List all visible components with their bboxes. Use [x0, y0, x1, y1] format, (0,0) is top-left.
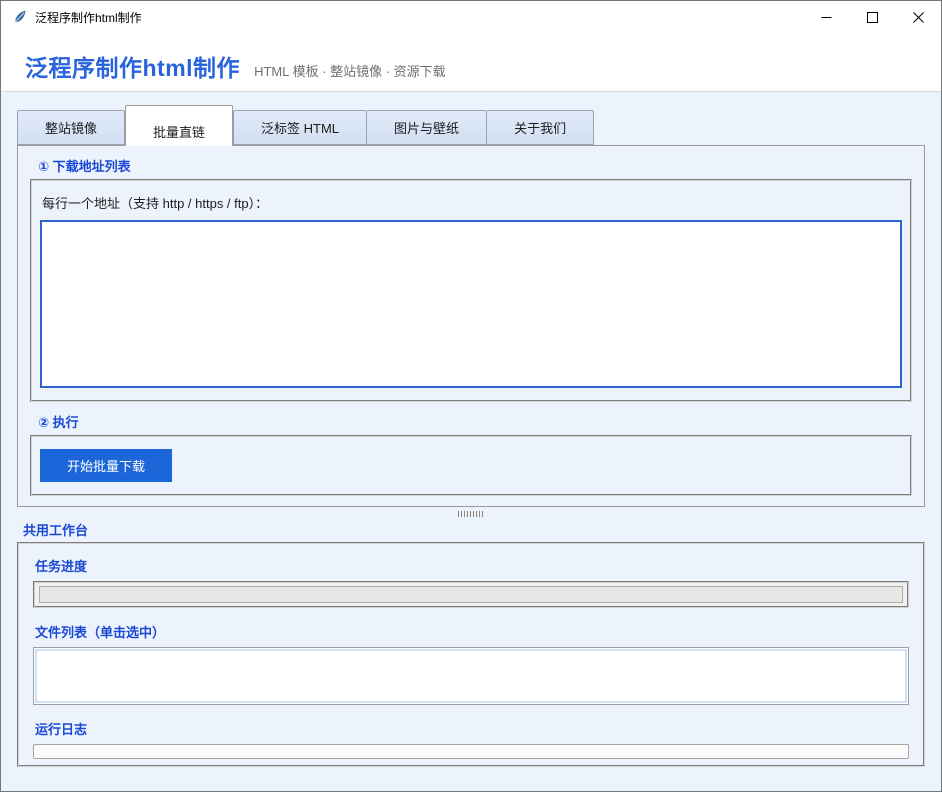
caption-buttons — [803, 1, 941, 33]
section-title-execute: ② 执行 — [38, 412, 912, 431]
workbench-title: 共用工作台 — [23, 520, 925, 539]
minimize-button[interactable] — [803, 1, 849, 33]
execute-groupbox: 开始批量下载 — [30, 435, 912, 496]
close-button[interactable] — [895, 1, 941, 33]
window-title: 泛程序制作html制作 — [35, 9, 142, 26]
file-listbox[interactable] — [35, 649, 907, 703]
splitter-grip-icon[interactable] — [458, 511, 484, 517]
feather-app-icon — [12, 9, 28, 25]
tab-pan-tag-html[interactable]: 泛标签 HTML — [233, 110, 367, 145]
download-list-groupbox: 每行一个地址（支持 http / https / ftp）： — [30, 179, 912, 402]
splitter-sash[interactable] — [17, 507, 925, 520]
file-list-label: 文件列表（单击选中） — [35, 622, 909, 641]
tab-about-us[interactable]: 关于我们 — [487, 110, 594, 145]
progress-frame — [33, 581, 909, 608]
run-log-output — [33, 744, 909, 759]
titlebar: 泛程序制作html制作 — [1, 1, 941, 33]
app-subtitle: HTML 模板 · 整站镜像 · 资源下载 — [254, 61, 446, 80]
app-window: 泛程序制作html制作 泛程序制作html制作 HTML 模板 · 整站镜像 ·… — [0, 0, 942, 792]
tab-images-wallpaper[interactable]: 图片与壁纸 — [367, 110, 487, 145]
file-listbox-frame — [33, 647, 909, 705]
app-title: 泛程序制作html制作 — [25, 49, 240, 83]
url-list-label: 每行一个地址（支持 http / https / ftp）： — [42, 193, 902, 212]
log-label: 运行日志 — [35, 719, 909, 738]
main-area: 整站镜像 批量直链 泛标签 HTML 图片与壁纸 关于我们 ① 下载地址列表 每… — [1, 92, 941, 791]
tab-batch-direct-link[interactable]: 批量直链 — [125, 105, 233, 146]
progress-bar — [39, 586, 903, 603]
tab-panel-batch-direct-link: ① 下载地址列表 每行一个地址（支持 http / https / ftp）： … — [17, 145, 925, 507]
start-batch-download-button[interactable]: 开始批量下载 — [40, 449, 172, 482]
app-header: 泛程序制作html制作 HTML 模板 · 整站镜像 · 资源下载 — [1, 33, 941, 92]
maximize-button[interactable] — [849, 1, 895, 33]
progress-label: 任务进度 — [35, 556, 909, 575]
tab-site-mirror[interactable]: 整站镜像 — [17, 110, 125, 145]
section-title-download-list: ① 下载地址列表 — [38, 156, 912, 175]
tabbar: 整站镜像 批量直链 泛标签 HTML 图片与壁纸 关于我们 — [17, 104, 925, 145]
workbench-groupbox: 任务进度 文件列表（单击选中） 运行日志 — [17, 542, 925, 767]
url-list-input[interactable] — [40, 220, 902, 388]
